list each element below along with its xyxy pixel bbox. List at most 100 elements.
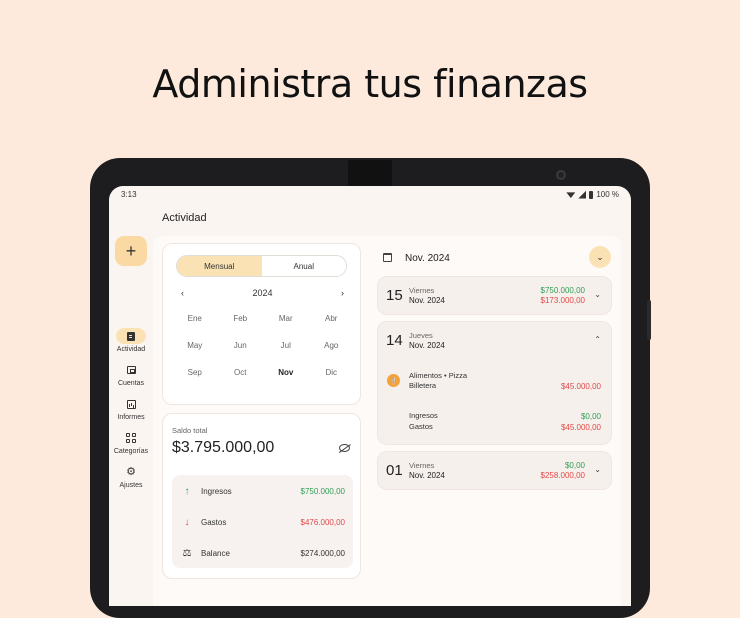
food-category-icon: 🍴 bbox=[387, 374, 400, 387]
nav-item-categorias[interactable]: Categorías bbox=[109, 430, 153, 464]
period-header: Nov. 2024 ⌄ bbox=[381, 246, 611, 270]
transaction-account: Billetera bbox=[409, 381, 437, 390]
income-label: Ingresos bbox=[201, 486, 232, 496]
year-label: 2024 bbox=[252, 288, 273, 298]
page-title: Actividad bbox=[162, 212, 207, 224]
month-nov[interactable]: Nov bbox=[263, 368, 309, 380]
period-picker-card: Mensual Anual ‹ 2024 › Ene Feb Mar Abr M… bbox=[162, 243, 361, 405]
expense-amount: $476.000,00 bbox=[300, 517, 346, 527]
main-content: Mensual Anual ‹ 2024 › Ene Feb Mar Abr M… bbox=[153, 236, 621, 606]
nav-label: Categorías bbox=[113, 448, 149, 455]
calendar-icon bbox=[383, 253, 392, 262]
camera-icon bbox=[556, 170, 566, 180]
chevron-up-icon[interactable]: ⌃ bbox=[594, 335, 601, 344]
month-jun[interactable]: Jun bbox=[218, 341, 264, 353]
net-amount: $274.000,00 bbox=[300, 548, 346, 558]
period-toggle: Mensual Anual bbox=[176, 255, 347, 277]
day-expense: $173.000,00 bbox=[540, 296, 586, 305]
month-may[interactable]: May bbox=[172, 341, 218, 353]
month-feb[interactable]: Feb bbox=[218, 314, 264, 326]
wifi-icon bbox=[566, 192, 576, 198]
day-number: 14 bbox=[386, 332, 403, 349]
device-hinge bbox=[348, 160, 392, 186]
day-number: 01 bbox=[386, 462, 403, 479]
nav-label: Actividad bbox=[116, 346, 146, 353]
grid-icon bbox=[126, 433, 136, 443]
chevron-right-icon[interactable]: › bbox=[341, 288, 344, 298]
balance-label: Saldo total bbox=[172, 426, 208, 435]
month-abr[interactable]: Abr bbox=[309, 314, 355, 326]
day-weekday: Viernes bbox=[409, 461, 435, 470]
net-label: Balance bbox=[201, 548, 230, 558]
status-time: 3:13 bbox=[121, 190, 137, 199]
status-icons: 100 % bbox=[566, 190, 619, 199]
transaction-title[interactable]: Alimentos • Pizza bbox=[409, 371, 467, 381]
summary-income-label: Ingresos bbox=[409, 411, 438, 420]
battery-level: 100 % bbox=[596, 190, 619, 199]
month-ago[interactable]: Ago bbox=[309, 341, 355, 353]
month-ene[interactable]: Ene bbox=[172, 314, 218, 326]
wallet-icon bbox=[126, 366, 136, 374]
month-jul[interactable]: Jul bbox=[263, 341, 309, 353]
navigation-rail: Actividad Cuentas Informes Categorías ⚙ … bbox=[109, 328, 153, 498]
summary-income: $0,00 bbox=[580, 412, 601, 421]
month-sep[interactable]: Sep bbox=[172, 368, 218, 380]
signal-icon bbox=[578, 190, 587, 199]
expand-period-button[interactable]: ⌄ bbox=[589, 246, 611, 268]
period-title: Nov. 2024 bbox=[405, 253, 450, 264]
income-row: ↑ Ingresos $750.000,00 bbox=[181, 484, 346, 498]
day-income: $750.000,00 bbox=[540, 286, 586, 295]
year-selector: ‹ 2024 › bbox=[181, 286, 344, 300]
nav-item-cuentas[interactable]: Cuentas bbox=[109, 362, 153, 396]
app-screen: 3:13 100 % Actividad + Actividad Cuentas… bbox=[109, 186, 631, 606]
net-row: ⚖ Balance $274.000,00 bbox=[181, 546, 345, 560]
day-date: Nov. 2024 bbox=[409, 341, 445, 350]
day-expense: $258.000,00 bbox=[540, 471, 586, 480]
chevron-left-icon[interactable]: ‹ bbox=[181, 288, 184, 298]
expense-label: Gastos bbox=[201, 517, 227, 527]
nav-item-ajustes[interactable]: ⚙ Ajustes bbox=[109, 464, 153, 498]
month-mar[interactable]: Mar bbox=[263, 314, 309, 326]
month-grid: Ene Feb Mar Abr May Jun Jul Ago Sep Oct … bbox=[172, 314, 354, 380]
hide-balance-icon[interactable] bbox=[339, 444, 350, 452]
side-button bbox=[647, 300, 651, 340]
report-icon bbox=[126, 399, 136, 409]
balance-value: $3.795.000,00 bbox=[172, 439, 275, 456]
day-date: Nov. 2024 bbox=[409, 471, 445, 480]
month-dic[interactable]: Dic bbox=[309, 368, 355, 380]
day-weekday: Jueves bbox=[409, 331, 433, 340]
battery-icon bbox=[589, 190, 594, 199]
status-bar: 3:13 100 % bbox=[121, 189, 619, 203]
month-oct[interactable]: Oct bbox=[218, 368, 264, 380]
add-transaction-button[interactable]: + bbox=[115, 236, 147, 266]
nav-label: Cuentas bbox=[117, 380, 145, 387]
balance-card: Saldo total $3.795.000,00 ↑ Ingresos $75… bbox=[162, 413, 361, 579]
arrow-down-icon: ↓ bbox=[184, 516, 190, 528]
segment-anual[interactable]: Anual bbox=[262, 256, 347, 276]
day-card-01[interactable]: 01 Viernes Nov. 2024 $0,00 $258.000,00 ⌄ bbox=[377, 451, 612, 490]
day-number: 15 bbox=[386, 287, 403, 304]
chevron-down-icon[interactable]: ⌄ bbox=[594, 290, 601, 299]
nav-item-informes[interactable]: Informes bbox=[109, 396, 153, 430]
nav-item-actividad[interactable]: Actividad bbox=[109, 328, 153, 362]
income-amount: $750.000,00 bbox=[300, 486, 346, 496]
day-income: $0,00 bbox=[564, 461, 585, 470]
balance-summary: ↑ Ingresos $750.000,00 ↓ Gastos $476.000… bbox=[172, 475, 353, 568]
gear-icon: ⚙ bbox=[126, 465, 136, 478]
summary-expense-label: Gastos bbox=[409, 422, 433, 431]
headline: Administra tus finanzas bbox=[152, 62, 588, 106]
expense-row: ↓ Gastos $476.000,00 bbox=[181, 515, 346, 529]
document-icon bbox=[127, 331, 135, 341]
day-card-15[interactable]: 15 Viernes Nov. 2024 $750.000,00 $173.00… bbox=[377, 276, 612, 315]
day-card-14: 14 Jueves Nov. 2024 ⌃ 🍴 Alimentos • Pizz… bbox=[377, 321, 612, 445]
transaction-amount: $45.000,00 bbox=[560, 382, 601, 391]
chevron-down-icon: ⌄ bbox=[596, 251, 604, 262]
summary-expense: $45.000,00 bbox=[560, 423, 601, 432]
scale-icon: ⚖ bbox=[182, 547, 192, 559]
chevron-down-icon[interactable]: ⌄ bbox=[594, 465, 601, 474]
arrow-up-icon: ↑ bbox=[184, 485, 190, 497]
segment-mensual[interactable]: Mensual bbox=[177, 256, 262, 276]
day-date: Nov. 2024 bbox=[409, 296, 445, 305]
nav-label: Informes bbox=[117, 414, 145, 421]
day-weekday: Viernes bbox=[409, 286, 435, 295]
